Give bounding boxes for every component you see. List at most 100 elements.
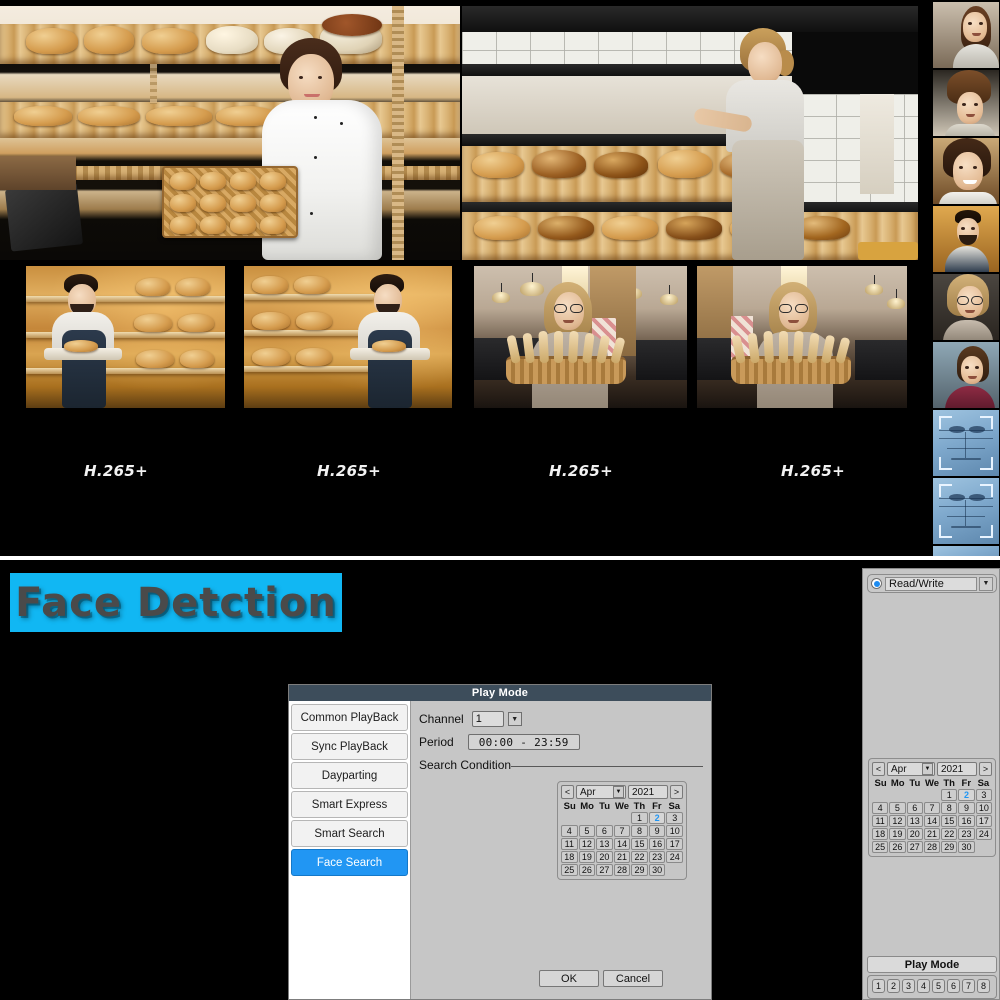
calendar-day[interactable]: 29	[941, 841, 958, 853]
calendar-day[interactable]: 27	[906, 841, 923, 853]
calendar-day[interactable]: 11	[872, 815, 889, 827]
channel-select[interactable]: 1	[471, 711, 504, 727]
calendar-day[interactable]: 24	[666, 851, 683, 863]
channel-button-6[interactable]: 6	[947, 979, 960, 993]
calendar-day[interactable]: 20	[596, 851, 613, 863]
face-thumbnail-2[interactable]	[933, 70, 999, 136]
face-thumbnail-3[interactable]	[933, 138, 999, 204]
calendar-next-button[interactable]: >	[670, 785, 683, 799]
calendar-day[interactable]: 3	[666, 812, 683, 824]
face-thumbnail-4[interactable]	[933, 206, 999, 272]
cancel-button[interactable]: Cancel	[603, 970, 663, 987]
calendar-day[interactable]: 15	[631, 838, 648, 850]
calendar-prev-button[interactable]: <	[561, 785, 574, 799]
calendar-day[interactable]: 20	[906, 828, 923, 840]
calendar-day[interactable]: 18	[872, 828, 889, 840]
calendar-day-selected[interactable]: 2	[958, 789, 975, 801]
calendar-day[interactable]: 14	[613, 838, 631, 850]
calendar-day[interactable]: 6	[906, 802, 923, 814]
calendar-day[interactable]: 14	[923, 815, 941, 827]
calendar-day[interactable]: 11	[561, 838, 578, 850]
video-panel-6[interactable]	[697, 266, 907, 408]
calendar-day[interactable]: 12	[578, 838, 596, 850]
calendar-day[interactable]: 22	[631, 851, 648, 863]
calendar-day[interactable]: 12	[889, 815, 906, 827]
calendar-day[interactable]: 19	[889, 828, 906, 840]
calendar-day[interactable]: 21	[923, 828, 941, 840]
calendar-day[interactable]: 30	[958, 841, 975, 853]
nav-smart-express[interactable]: Smart Express	[291, 791, 408, 818]
read-write-selector[interactable]: Read/Write ▼	[867, 574, 997, 593]
calendar-day[interactable]: 3	[975, 789, 992, 801]
face-thumbnail-biometric-2[interactable]	[933, 478, 999, 544]
radio-icon[interactable]	[871, 578, 882, 589]
calendar-day[interactable]: 4	[561, 825, 578, 837]
calendar-day[interactable]: 19	[578, 851, 596, 863]
video-panel-2[interactable]	[462, 6, 918, 260]
calendar-day[interactable]: 25	[872, 841, 889, 853]
calendar-day[interactable]: 17	[975, 815, 992, 827]
nav-face-search[interactable]: Face Search	[291, 849, 408, 876]
channel-button-3[interactable]: 3	[902, 979, 915, 993]
channel-button-1[interactable]: 1	[872, 979, 885, 993]
nav-dayparting[interactable]: Dayparting	[291, 762, 408, 789]
nav-smart-search[interactable]: Smart Search	[291, 820, 408, 847]
calendar-day[interactable]: 13	[906, 815, 923, 827]
nav-common-playback[interactable]: Common PlayBack	[291, 704, 408, 731]
channel-button-8[interactable]: 8	[977, 979, 990, 993]
chevron-down-icon[interactable]: ▼	[979, 576, 993, 591]
period-input[interactable]: 00:00 - 23:59	[467, 734, 580, 750]
calendar-day[interactable]: 26	[578, 864, 596, 876]
calendar-day[interactable]: 17	[666, 838, 683, 850]
chevron-down-icon[interactable]: ▼	[922, 763, 933, 775]
ok-button[interactable]: OK	[539, 970, 599, 987]
calendar-day[interactable]: 7	[613, 825, 631, 837]
channel-button-7[interactable]: 7	[962, 979, 975, 993]
channel-button-2[interactable]: 2	[887, 979, 900, 993]
calendar-day[interactable]: 24	[975, 828, 992, 840]
chevron-down-icon[interactable]: ▼	[613, 786, 624, 798]
calendar-day[interactable]: 1	[941, 789, 958, 801]
calendar-day-selected[interactable]: 2	[648, 812, 666, 824]
calendar-day[interactable]: 10	[666, 825, 683, 837]
calendar-day[interactable]: 9	[648, 825, 666, 837]
calendar-month-select[interactable]: Apr ▼	[576, 785, 626, 799]
calendar-day[interactable]: 21	[613, 851, 631, 863]
chevron-down-icon[interactable]: ▼	[507, 712, 522, 726]
channel-button-5[interactable]: 5	[932, 979, 945, 993]
nav-sync-playback[interactable]: Sync PlayBack	[291, 733, 408, 760]
calendar-day[interactable]: 5	[889, 802, 906, 814]
calendar-day[interactable]: 23	[958, 828, 975, 840]
calendar-day[interactable]: 9	[958, 802, 975, 814]
calendar-day[interactable]: 27	[596, 864, 613, 876]
calendar-day[interactable]: 10	[975, 802, 992, 814]
calendar-day[interactable]: 13	[596, 838, 613, 850]
calendar-year-input[interactable]: 2021	[628, 785, 668, 799]
calendar-day[interactable]: 25	[561, 864, 578, 876]
calendar-day[interactable]: 16	[958, 815, 975, 827]
calendar-day[interactable]: 26	[889, 841, 906, 853]
video-panel-4[interactable]	[244, 266, 452, 408]
calendar-day[interactable]: 23	[648, 851, 666, 863]
calendar-next-button[interactable]: >	[979, 762, 992, 776]
calendar-day[interactable]: 16	[648, 838, 666, 850]
calendar-day[interactable]: 28	[613, 864, 631, 876]
calendar-day[interactable]: 15	[941, 815, 958, 827]
calendar-day[interactable]: 6	[596, 825, 613, 837]
calendar-day[interactable]: 18	[561, 851, 578, 863]
calendar-month-select[interactable]: Apr ▼	[887, 762, 935, 776]
calendar-day[interactable]: 22	[941, 828, 958, 840]
face-thumbnail-biometric-1[interactable]	[933, 410, 999, 476]
calendar-day[interactable]: 28	[923, 841, 941, 853]
calendar-prev-button[interactable]: <	[872, 762, 885, 776]
calendar-day[interactable]: 4	[872, 802, 889, 814]
calendar-day[interactable]: 29	[631, 864, 648, 876]
face-thumbnail-6[interactable]	[933, 342, 999, 408]
calendar-day[interactable]: 7	[923, 802, 941, 814]
face-thumbnail-1[interactable]	[933, 2, 999, 68]
calendar-day[interactable]: 30	[648, 864, 666, 876]
video-panel-3[interactable]	[26, 266, 225, 408]
play-mode-button[interactable]: Play Mode	[867, 956, 997, 973]
calendar-day[interactable]: 8	[941, 802, 958, 814]
face-thumbnail-partial[interactable]	[933, 546, 999, 556]
